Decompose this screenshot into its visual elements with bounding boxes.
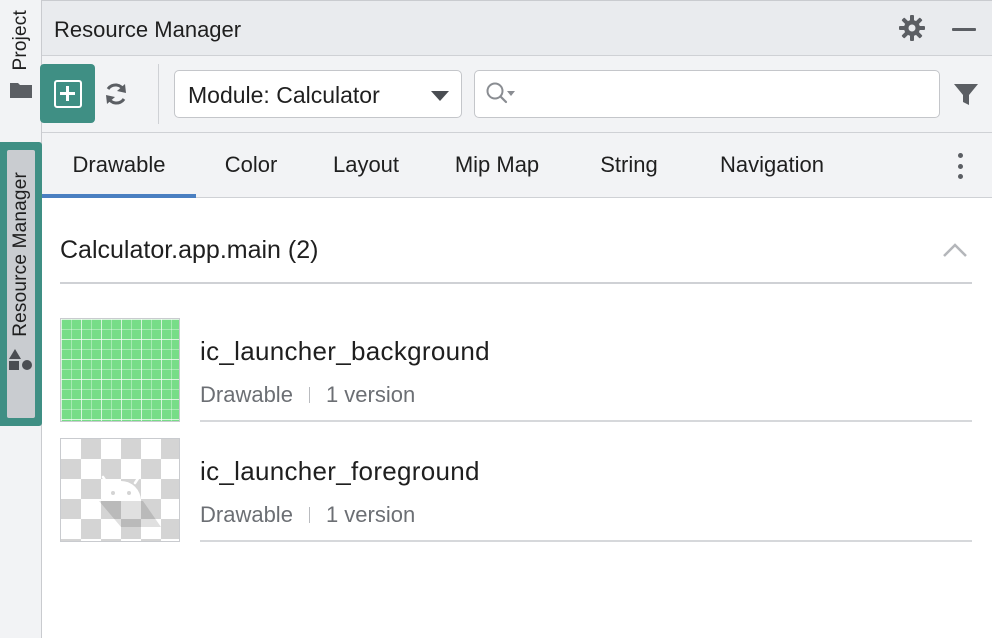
- resource-type: Drawable: [200, 382, 293, 407]
- window-title: Resource Manager: [54, 17, 242, 42]
- refresh-icon[interactable]: [102, 80, 130, 108]
- android-icon: [99, 475, 161, 527]
- resource-thumbnail: [60, 438, 180, 542]
- plus-icon: [53, 79, 82, 108]
- resource-manager-tool-button[interactable]: Resource Manager: [0, 142, 42, 426]
- folder-icon: [10, 82, 32, 98]
- tab-layout[interactable]: Layout: [312, 133, 420, 197]
- resource-manager-tool-label: Resource Manager: [10, 172, 31, 337]
- tool-window-header: Resource Manager: [42, 0, 992, 56]
- resource-meta: Drawable 1 version: [200, 382, 415, 408]
- tab-string[interactable]: String: [576, 133, 682, 197]
- group-title: Calculator.app.main (2): [60, 236, 319, 264]
- row-divider: [200, 420, 972, 422]
- resource-type-tabs: Drawable Color Layout Mip Map String Nav…: [42, 133, 992, 198]
- more-options-icon[interactable]: [954, 153, 966, 179]
- resource-item[interactable]: ic_launcher_foreground Drawable 1 versio…: [60, 438, 972, 542]
- tab-mip-map[interactable]: Mip Map: [435, 133, 559, 197]
- tool-window-strip: Project Resource Manager: [0, 0, 42, 638]
- gear-icon[interactable]: [898, 14, 926, 42]
- toolbar: Module: Calculator: [40, 56, 992, 133]
- toolbar-separator: [158, 64, 159, 124]
- chevron-up-icon[interactable]: [942, 242, 968, 258]
- resource-name: ic_launcher_background: [200, 336, 490, 366]
- resource-versions: 1 version: [325, 502, 416, 527]
- meta-separator: [308, 507, 310, 523]
- resource-versions: 1 version: [325, 382, 416, 407]
- shapes-icon: [9, 348, 32, 370]
- filter-icon[interactable]: [952, 80, 980, 108]
- chevron-down-icon: [431, 91, 449, 101]
- resource-meta: Drawable 1 version: [200, 502, 415, 528]
- resource-type: Drawable: [200, 502, 293, 527]
- module-selected-value: Module: Calculator: [188, 82, 380, 108]
- project-tool-label: Project: [10, 10, 31, 71]
- minimize-icon[interactable]: [952, 28, 976, 31]
- row-divider: [200, 540, 972, 542]
- resource-list: Calculator.app.main (2) ic_launcher_back…: [42, 198, 992, 638]
- project-tool-button[interactable]: Project: [0, 8, 42, 128]
- group-divider: [60, 282, 972, 284]
- resource-item[interactable]: ic_launcher_background Drawable 1 versio…: [60, 318, 972, 422]
- tab-drawable[interactable]: Drawable: [42, 133, 196, 198]
- add-resource-button[interactable]: [40, 64, 95, 123]
- tab-color[interactable]: Color: [205, 133, 297, 197]
- meta-separator: [308, 387, 310, 403]
- resource-manager-tool-inner: Resource Manager: [7, 150, 35, 418]
- tab-navigation[interactable]: Navigation: [698, 133, 846, 197]
- search-icon[interactable]: [485, 81, 519, 107]
- search-input[interactable]: [519, 79, 919, 109]
- search-field[interactable]: [474, 70, 940, 118]
- resource-thumbnail: [60, 318, 180, 422]
- resource-name: ic_launcher_foreground: [200, 456, 480, 486]
- module-dropdown[interactable]: Module: Calculator: [174, 70, 462, 118]
